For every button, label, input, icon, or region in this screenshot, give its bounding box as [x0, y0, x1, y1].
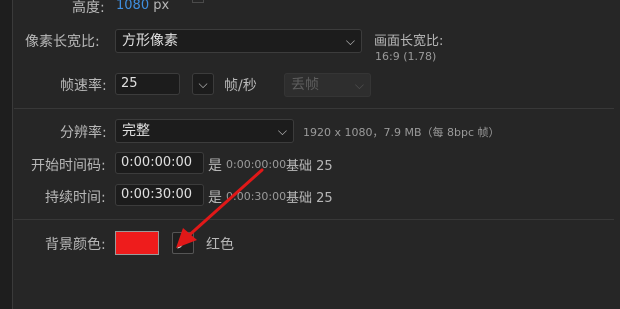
annotation-arrow: [176, 168, 264, 248]
